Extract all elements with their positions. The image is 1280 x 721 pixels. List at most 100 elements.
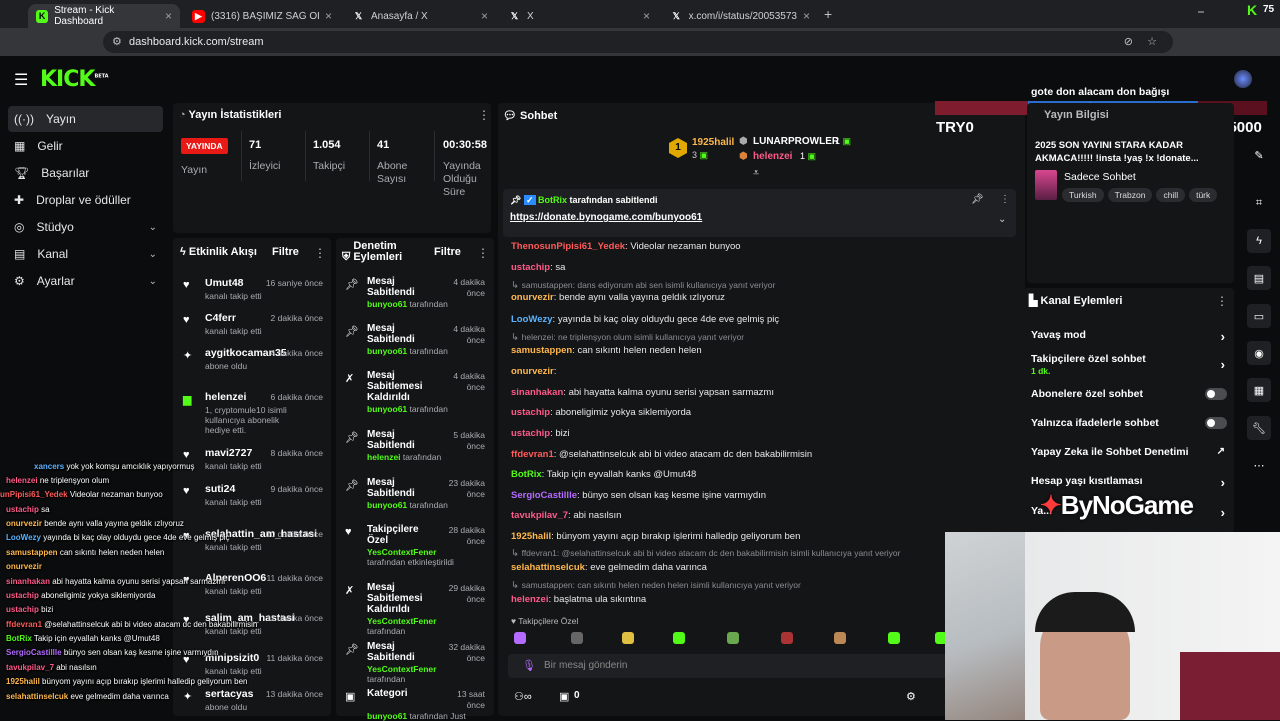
tag[interactable]: Turkish [1062,188,1104,202]
url-field[interactable]: ⚙ dashboard.kick.com/stream ⊘ ☆ [103,31,1173,53]
mod-user[interactable]: bunyoo61 [367,299,407,309]
site-info-icon[interactable]: ⚙ [112,31,122,53]
mod-filter-button[interactable]: Filtre [434,246,461,258]
close-icon[interactable]: × [325,9,332,23]
mod-user[interactable]: YesContextFener [367,616,436,626]
star-icon[interactable]: ☆ [1147,31,1157,53]
category-thumbnail[interactable] [1035,170,1057,200]
event-user[interactable]: suti24 [205,483,235,495]
sidebar-item-gelir[interactable]: ▦ Gelir [8,133,163,159]
slow-mode-row[interactable]: Yavaş mod › [1031,329,1231,344]
chat-username[interactable]: BotRix [511,469,542,480]
account-age-row[interactable]: Hesap yaşı kısıtlaması › [1031,475,1231,490]
hamburger-icon[interactable]: ☰ [14,70,28,90]
emote-icon[interactable] [781,632,793,644]
chat-username[interactable]: onurvezir [511,366,554,377]
new-tab-icon[interactable]: + [824,6,832,22]
sidebar-item-droplar[interactable]: ✚ Droplar ve ödüller [8,187,163,213]
events-menu-icon[interactable]: ⋮ [314,246,326,260]
chat-username[interactable]: LooWezy [511,314,553,325]
sidebar-item-ayarlar[interactable]: ⚙ Ayarlar ⌄ [8,268,163,294]
tag[interactable]: türk [1189,188,1218,202]
chat-username[interactable]: SergioCastillle [511,490,577,501]
tab-x-status[interactable]: 𝕏 x.com/i/status/200535733575... × [662,4,818,28]
chat-username[interactable]: ustachip [511,407,550,418]
user-avatar[interactable] [1234,70,1252,88]
chat-username[interactable]: selahattinselcuk [511,562,585,573]
tag[interactable]: chill [1156,188,1186,202]
kick-logo[interactable]: KICKBETA [40,67,109,92]
tag[interactable]: Trabzon [1107,188,1153,202]
lightning-icon[interactable]: ϟ [1247,229,1271,253]
mod-user[interactable]: helenzei [367,452,401,462]
emote-icon[interactable] [834,632,846,644]
ai-moderation-row[interactable]: Yapay Zeka ile Sohbet Denetimi ↗ [1031,446,1231,458]
chat-users-icon[interactable]: ⚇∞ [514,690,532,703]
chat-username[interactable]: ffdevran1 [511,449,554,460]
close-icon[interactable]: × [643,9,650,23]
emote-icon[interactable] [727,632,739,644]
eye-off-icon[interactable]: ⊘ [1124,31,1133,53]
event-user[interactable]: Umut48 [205,277,244,289]
pinned-menu-icon[interactable]: ⋮ [1000,194,1010,205]
subscribers-only-toggle[interactable] [1205,388,1227,400]
mod-menu-icon[interactable]: ⋮ [477,246,489,260]
emote-icon[interactable] [514,632,526,644]
chat-username[interactable]: sinanhakan [511,387,563,398]
event-user[interactable]: sertacyas [205,688,253,700]
emotes-only-toggle[interactable] [1205,417,1227,429]
mod-user[interactable]: bunyoo61 [367,346,407,356]
notes-icon[interactable]: ▤ [1247,266,1271,290]
wrench-icon[interactable]: 🔧︎ [1247,416,1271,440]
chat-input[interactable]: 🎙︎ Bir mesaj gönderin [508,654,948,678]
chat-username[interactable]: ThenosunPipisi61_Yedek [511,241,625,252]
event-user[interactable]: mavi2727 [205,447,252,459]
category-name[interactable]: Sadece Sohbet [1064,171,1136,183]
event-user[interactable]: C4ferr [205,312,236,324]
chat-username[interactable]: 1925halil [511,531,551,542]
mod-user[interactable]: bunyoo61 [367,404,407,414]
stats-menu-icon[interactable]: ⋮ [478,108,490,122]
chat-username[interactable]: ustachip [511,428,550,439]
mod-user[interactable]: YesContextFener [367,664,436,674]
layout-icon[interactable]: ▦ [1247,378,1271,402]
followers-only-row[interactable]: Takipçilere özel sohbet 1 dk. › [1031,353,1231,377]
chat-username[interactable]: onurvezir [511,292,554,303]
tab-x[interactable]: 𝕏 X × [500,4,658,28]
chevron-down-icon[interactable]: ⌄ [998,214,1006,225]
sidebar-item-studyo[interactable]: ◎ Stüdyo ⌄ [8,214,163,240]
emote-icon[interactable] [888,632,900,644]
top-gifter-2-name[interactable]: LUNARPROWLER [753,136,839,147]
mod-user[interactable]: YesContextFener [367,547,436,557]
sidebar-item-yayin[interactable]: ((·)) Yayın [8,106,163,132]
stream-title[interactable]: 2025 SON YAYINI STARA KADAR AKMACA!!!!! … [1035,139,1210,165]
chat-username[interactable]: ustachip [511,262,550,273]
collapse-icon[interactable]: ⩡ [753,167,759,180]
edit-icon[interactable]: ✎ [1247,143,1271,167]
chat-username[interactable]: helenzei [511,594,549,605]
tab-x-home[interactable]: 𝕏 Anasayfa / X × [344,4,496,28]
channel-actions-menu-icon[interactable]: ⋮ [1216,294,1228,308]
top-gifter-3-name[interactable]: helenzei [753,151,792,162]
tab-kick-dashboard[interactable]: K Stream - Kick Dashboard × [28,4,180,28]
gift-icon[interactable]: ▣ [559,690,569,703]
close-icon[interactable]: × [803,9,810,23]
unpin-icon[interactable]: 📌︎ [971,194,984,205]
mic-icon[interactable]: 🎙︎ [522,659,536,672]
mod-user[interactable]: bunyoo61 [367,500,407,510]
tab-youtube[interactable]: ▶ (3316) BAŞIMIZ SAĞ OLSUN | M × [184,4,340,28]
close-icon[interactable]: × [481,9,488,23]
event-user[interactable]: helenzei [205,391,246,403]
broadcast-icon[interactable]: ◉ [1247,341,1271,365]
chat-icon[interactable]: ▭ [1247,304,1271,328]
emote-icon[interactable] [673,632,685,644]
chat-username[interactable]: tavukpilav_7 [511,510,568,521]
crop-icon[interactable]: ⌗ [1247,191,1271,215]
emote-icon[interactable] [622,632,634,644]
events-filter-button[interactable]: Filtre [272,246,299,258]
sidebar-item-kanal[interactable]: ▤ Kanal ⌄ [8,241,163,267]
close-icon[interactable]: × [165,9,172,23]
minimize-icon[interactable]: ⎯ [1198,4,1204,19]
emote-icon[interactable] [571,632,583,644]
sidebar-item-basarilar[interactable]: 🏆︎ Başarılar [8,160,163,186]
